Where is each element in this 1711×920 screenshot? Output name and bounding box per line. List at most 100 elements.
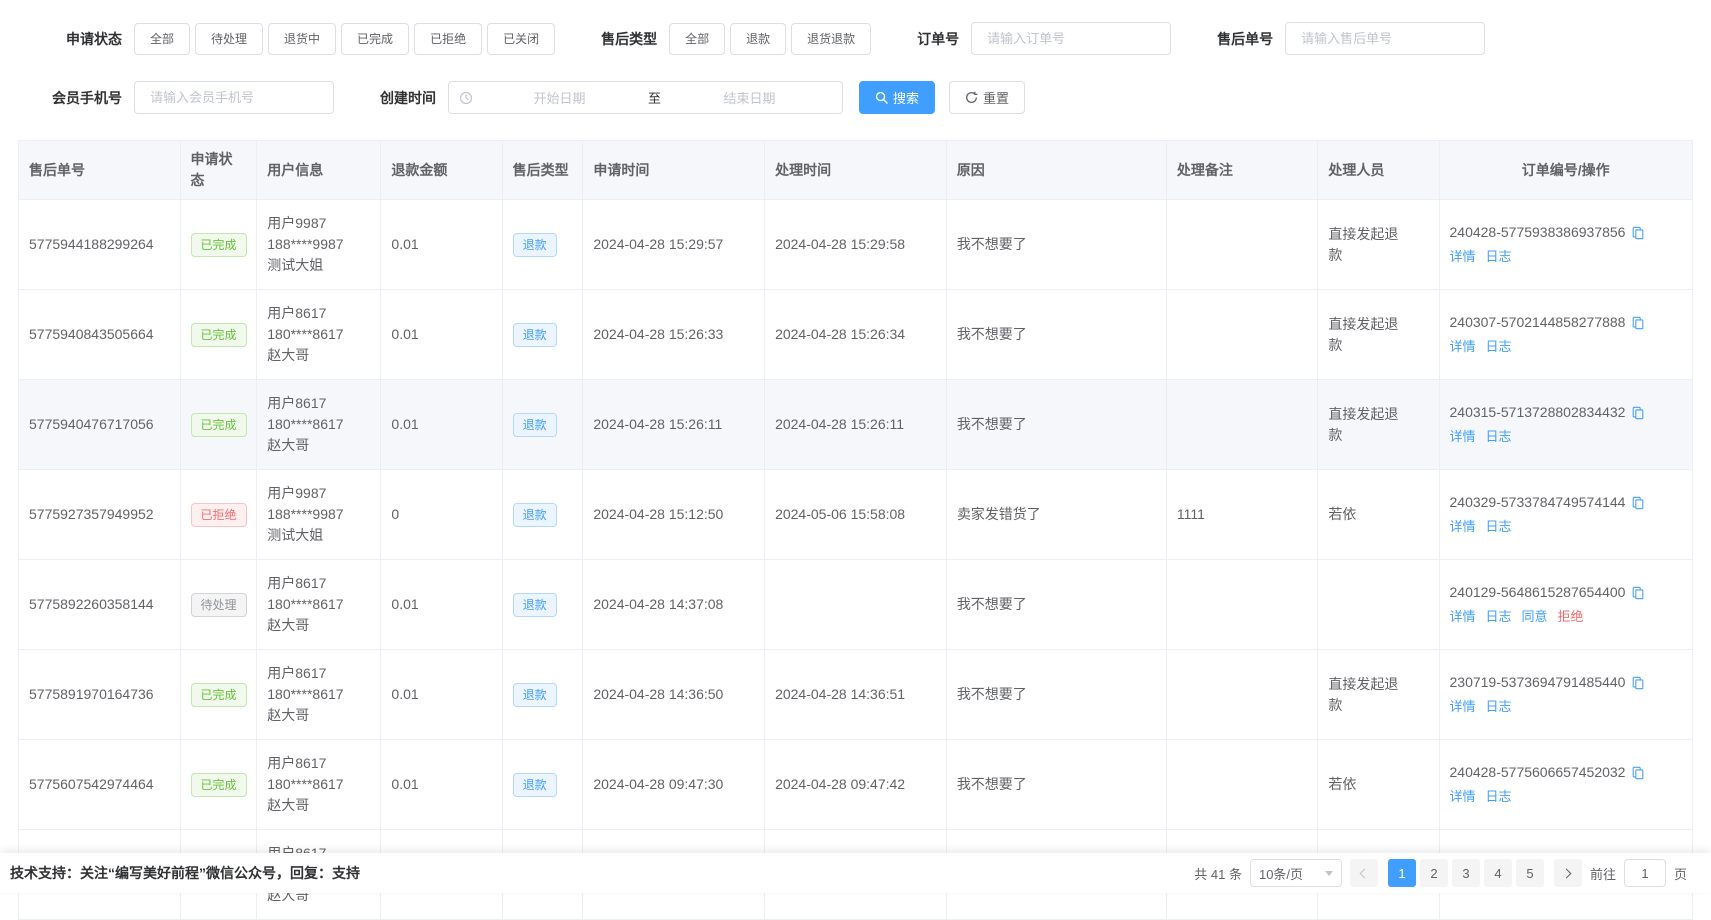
table-row: 5775891970164736 已完成 用户8617180****8617赵大… (19, 650, 1693, 740)
status-option-3[interactable]: 已完成 (341, 23, 409, 55)
status-option-2[interactable]: 退货中 (268, 23, 336, 55)
create-time-filter-group: 创建时间 开始日期 至 结束日期 搜索 重置 (380, 81, 1025, 114)
action-link[interactable]: 日志 (1486, 519, 1512, 534)
type-cell: 退款 (502, 650, 583, 740)
page-button-2[interactable]: 2 (1420, 859, 1448, 887)
remark-cell (1166, 560, 1317, 650)
reason-cell: 我不想要了 (946, 290, 1166, 380)
action-link[interactable]: 日志 (1486, 609, 1512, 624)
page-button-3[interactable]: 3 (1452, 859, 1480, 887)
page-button-1[interactable]: 1 (1388, 859, 1416, 887)
status-option-4[interactable]: 已拒绝 (414, 23, 482, 55)
date-range-picker[interactable]: 开始日期 至 结束日期 (448, 81, 843, 114)
filter-area: 申请状态 全部待处理退货中已完成已拒绝已关闭 售后类型 全部退款退货退款 订单号… (0, 0, 1711, 114)
copy-icon[interactable] (1631, 406, 1645, 420)
type-option-1[interactable]: 退款 (730, 23, 786, 55)
order-no-input[interactable] (971, 22, 1171, 55)
copy-icon[interactable] (1631, 496, 1645, 510)
status-filter-label: 申请状态 (18, 29, 122, 49)
column-header-6: 处理时间 (765, 141, 947, 200)
page-size-select[interactable]: 10条/页 (1250, 859, 1342, 887)
copy-icon[interactable] (1631, 586, 1645, 600)
type-option-2[interactable]: 退货退款 (791, 23, 871, 55)
copy-icon[interactable] (1631, 226, 1645, 240)
aftersale-no-cell: 5775944188299264 (19, 200, 181, 290)
search-button[interactable]: 搜索 (859, 81, 935, 114)
action-link[interactable]: 详情 (1450, 429, 1476, 444)
aftersale-no-label: 售后单号 (1217, 29, 1273, 49)
chevron-right-icon (1562, 868, 1572, 878)
next-page-button[interactable] (1554, 859, 1582, 887)
table-row: 5775940843505664 已完成 用户8617180****8617赵大… (19, 290, 1693, 380)
status-filter-group: 申请状态 全部待处理退货中已完成已拒绝已关闭 (18, 23, 555, 55)
row-actions: 详情日志 (1450, 516, 1683, 537)
type-cell: 退款 (502, 200, 583, 290)
process-time-cell: 2024-04-28 14:36:51 (765, 650, 947, 740)
action-link[interactable]: 日志 (1486, 429, 1512, 444)
support-text: 技术支持：关注“编写美好前程”微信公众号，回复：支持 (10, 863, 360, 883)
action-link[interactable]: 日志 (1486, 699, 1512, 714)
type-cell: 退款 (502, 470, 583, 560)
status-option-0[interactable]: 全部 (134, 23, 190, 55)
type-option-0[interactable]: 全部 (669, 23, 725, 55)
start-date-placeholder[interactable]: 开始日期 (477, 88, 642, 107)
page-size-value: 10条/页 (1259, 864, 1303, 883)
action-link[interactable]: 日志 (1486, 789, 1512, 804)
aftersale-no-cell: 5775927357949952 (19, 470, 181, 560)
process-time-cell: 2024-04-28 15:29:58 (765, 200, 947, 290)
remark-cell (1166, 650, 1317, 740)
action-link[interactable]: 详情 (1450, 249, 1476, 264)
order-number: 240329-5733784749574144 (1450, 492, 1626, 513)
status-option-5[interactable]: 已关闭 (487, 23, 555, 55)
action-link[interactable]: 详情 (1450, 699, 1476, 714)
action-link[interactable]: 日志 (1486, 249, 1512, 264)
processor-cell (1318, 560, 1439, 650)
goto-page-input[interactable] (1624, 859, 1666, 887)
action-link[interactable]: 详情 (1450, 789, 1476, 804)
prev-page-button[interactable] (1350, 859, 1378, 887)
order-actions-cell: 240315-5713728802834432 详情日志 (1439, 380, 1693, 470)
reset-button[interactable]: 重置 (949, 81, 1025, 114)
pagination: 共 41 条 10条/页 12345 前往 页 (1194, 859, 1687, 887)
type-options: 全部退款退货退款 (669, 23, 871, 55)
action-link[interactable]: 日志 (1486, 339, 1512, 354)
status-options: 全部待处理退货中已完成已拒绝已关闭 (134, 23, 555, 55)
order-number-line: 240315-5713728802834432 (1450, 402, 1683, 423)
phone-input[interactable] (134, 81, 334, 114)
action-link[interactable]: 同意 (1522, 609, 1548, 624)
remark-cell (1166, 290, 1317, 380)
status-badge: 待处理 (191, 593, 247, 617)
status-cell: 已完成 (180, 740, 257, 830)
user-info-cell: 用户8617180****8617赵大哥 (257, 560, 381, 650)
reset-button-label: 重置 (983, 88, 1009, 107)
process-time-cell: 2024-04-28 15:26:34 (765, 290, 947, 380)
aftersale-no-input[interactable] (1285, 22, 1485, 55)
status-option-1[interactable]: 待处理 (195, 23, 263, 55)
status-badge: 已拒绝 (191, 503, 247, 527)
page-button-4[interactable]: 4 (1484, 859, 1512, 887)
copy-icon[interactable] (1631, 766, 1645, 780)
refund-amount-cell: 0.01 (381, 200, 502, 290)
table-row: 5775927357949952 已拒绝 用户9987188****9987测试… (19, 470, 1693, 560)
refresh-icon (965, 91, 978, 104)
aftersale-table: 售后单号申请状态用户信息退款金额售后类型申请时间处理时间原因处理备注处理人员订单… (18, 140, 1693, 920)
order-number-line: 240428-5775938386937856 (1450, 222, 1683, 243)
remark-cell (1166, 380, 1317, 470)
copy-icon[interactable] (1631, 676, 1645, 690)
status-badge: 已完成 (191, 233, 247, 257)
page-button-5[interactable]: 5 (1516, 859, 1544, 887)
end-date-placeholder[interactable]: 结束日期 (667, 88, 832, 107)
aftersale-no-cell: 5775891970164736 (19, 650, 181, 740)
status-cell: 已完成 (180, 380, 257, 470)
row-actions: 详情日志 (1450, 426, 1683, 447)
footer-bar: 技术支持：关注“编写美好前程”微信公众号，回复：支持 共 41 条 10条/页 … (0, 853, 1711, 893)
order-number-line: 240307-5702144858277888 (1450, 312, 1683, 333)
action-link[interactable]: 详情 (1450, 519, 1476, 534)
type-badge: 退款 (513, 773, 557, 797)
action-link[interactable]: 详情 (1450, 609, 1476, 624)
reason-cell: 我不想要了 (946, 650, 1166, 740)
action-link[interactable]: 详情 (1450, 339, 1476, 354)
apply-time-cell: 2024-04-28 15:12:50 (583, 470, 765, 560)
copy-icon[interactable] (1631, 316, 1645, 330)
action-link[interactable]: 拒绝 (1558, 609, 1584, 624)
